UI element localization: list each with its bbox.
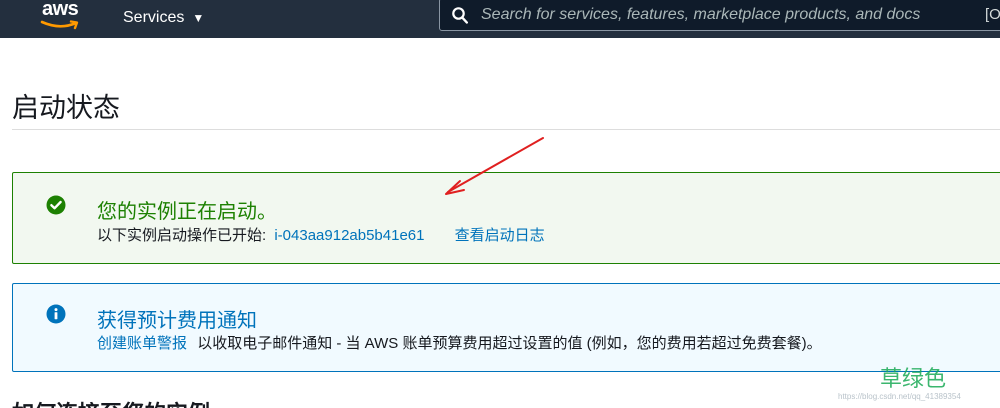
services-menu-button[interactable]: Services ▼ [123, 6, 204, 30]
page-title: 启动状态 [12, 93, 120, 123]
launch-started-label: 以下实例启动操作已开始: [97, 227, 267, 244]
instance-id-link[interactable]: i-043aa912ab5b41e61 [274, 227, 424, 244]
success-alert-heading: 您的实例正在启动。 [97, 201, 277, 223]
aws-logo[interactable]: aws [38, 0, 90, 34]
search-icon [452, 7, 468, 24]
connect-instance-heading: 如何连接至您的实例 [12, 396, 210, 408]
billing-alert-text: 以收取电子邮件通知 - 当 AWS 账单预算费用超过设置的值 (例如，您的费用若… [197, 335, 822, 352]
chevron-down-icon: ▼ [192, 11, 205, 25]
search-box[interactable] [439, 0, 1000, 31]
search-shortcut-hint: [O [985, 6, 1000, 23]
aws-logo-text: aws [42, 0, 79, 20]
annotation-arrow [445, 137, 544, 195]
billing-alert-body: 创建账单警报 以收取电子邮件通知 - 当 AWS 账单预算费用超过设置的值 (例… [97, 332, 822, 353]
success-alert-body: 以下实例启动操作已开始: i-043aa912ab5b41e61 查看启动日志 [97, 224, 545, 245]
create-billing-alarm-link[interactable]: 创建账单警报 [97, 335, 187, 352]
aws-smile-icon [40, 20, 79, 30]
billing-info-alert: 获得预计费用通知 创建账单警报 以收取电子邮件通知 - 当 AWS 账单预算费用… [12, 283, 1000, 372]
view-launch-log-link[interactable]: 查看启动日志 [455, 227, 545, 244]
check-circle-icon [46, 195, 66, 215]
services-label: Services [123, 9, 185, 26]
info-circle-icon [46, 304, 66, 324]
watermark-url: https://blog.csdn.net/qq_41389354 [838, 392, 961, 401]
top-nav-bar: aws Services ▼ [O [0, 0, 1000, 38]
watermark-label: 草绿色 [880, 366, 947, 391]
billing-alert-heading: 获得预计费用通知 [97, 310, 257, 332]
title-divider [12, 129, 1000, 130]
search-input[interactable] [481, 3, 981, 27]
